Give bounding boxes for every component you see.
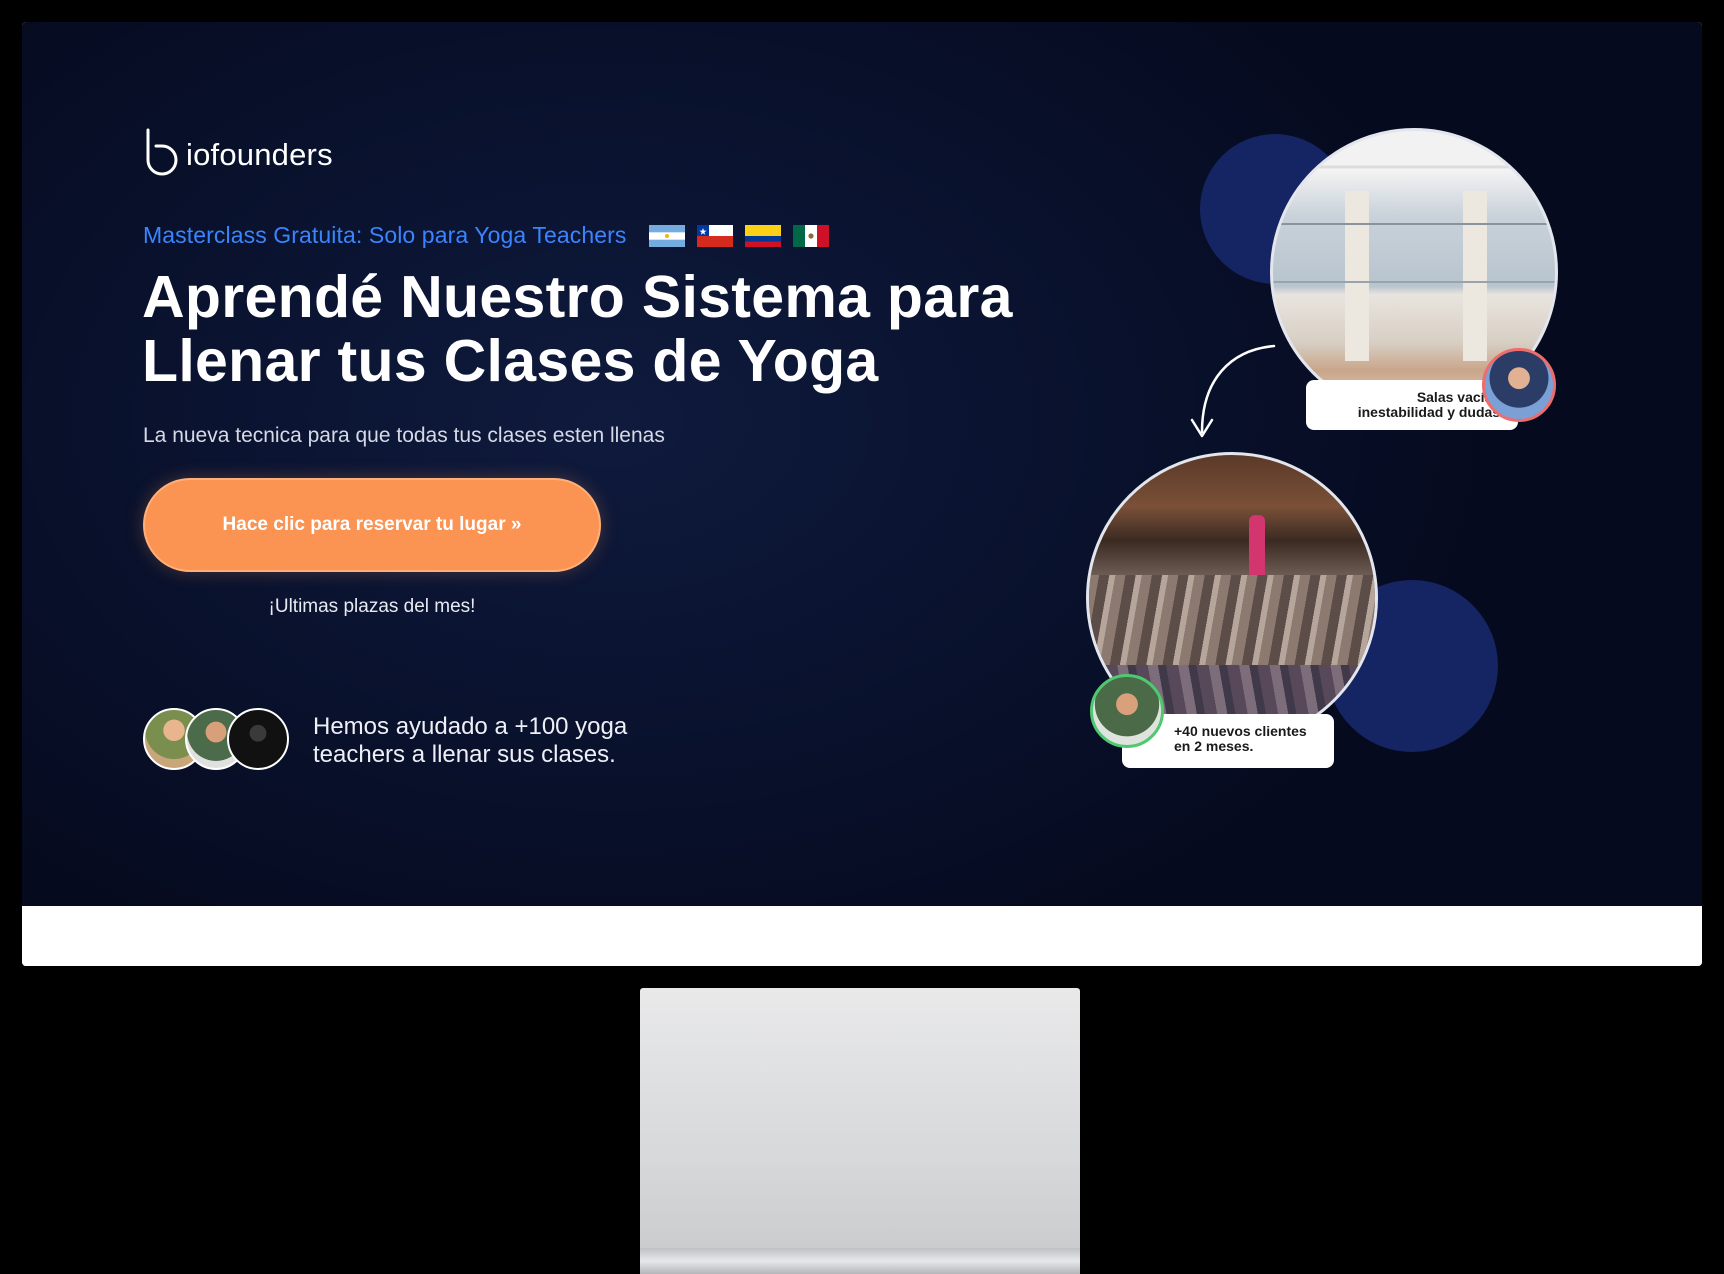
social-proof-line-1: Hemos ayudado a +100 yoga <box>313 713 628 740</box>
social-proof: Hemos ayudado a +100 yoga teachers a lle… <box>143 708 653 774</box>
country-flags <box>648 224 829 247</box>
social-proof-text: Hemos ayudado a +100 yoga teachers a lle… <box>313 713 653 769</box>
after-caption-line-1: +40 nuevos clientes <box>1174 723 1307 739</box>
hero-headline: Aprendé Nuestro Sistema para Llenar tus … <box>142 265 1102 393</box>
monitor-stand <box>640 988 1080 1274</box>
headline-line-2: Llenar tus Clases de Yoga <box>142 328 879 394</box>
landing-page-screen: iofounders Masterclass Gratuita: Solo pa… <box>22 22 1702 906</box>
mexico-flag-icon <box>792 224 829 247</box>
hero-subhead: La nueva tecnica para que todas tus clas… <box>143 424 665 447</box>
avatar-stack <box>143 708 293 774</box>
colombia-flag-icon <box>744 224 781 247</box>
kicker-row: Masterclass Gratuita: Solo para Yoga Tea… <box>143 222 829 249</box>
monitor-mockup: iofounders Masterclass Gratuita: Solo pa… <box>0 0 1724 1274</box>
argentina-flag-icon <box>648 224 685 247</box>
reserve-spot-button[interactable]: Hace clic para reservar tu lugar » <box>143 478 601 572</box>
after-caption-line-2: en 2 meses. <box>1174 738 1254 754</box>
before-client-avatar <box>1482 348 1556 422</box>
after-client-avatar <box>1090 674 1164 748</box>
headline-line-1: Aprendé Nuestro Sistema para <box>142 264 1013 330</box>
scarcity-text: ¡Ultimas plazas del mes! <box>268 596 476 617</box>
curved-arrow-icon <box>1190 344 1276 438</box>
chile-flag-icon <box>696 224 733 247</box>
logo-b-icon <box>142 126 184 178</box>
masterclass-kicker: Masterclass Gratuita: Solo para Yoga Tea… <box>143 222 627 248</box>
brand-logo[interactable]: iofounders <box>142 126 333 178</box>
avatar <box>227 708 289 770</box>
monitor-chin <box>22 906 1702 966</box>
screen-bezel: iofounders Masterclass Gratuita: Solo pa… <box>22 22 1702 966</box>
logo-text: iofounders <box>186 137 333 172</box>
before-caption-line-2: inestabilidad y dudas. <box>1357 404 1504 420</box>
social-proof-line-2: teachers a llenar sus clases. <box>313 741 616 768</box>
